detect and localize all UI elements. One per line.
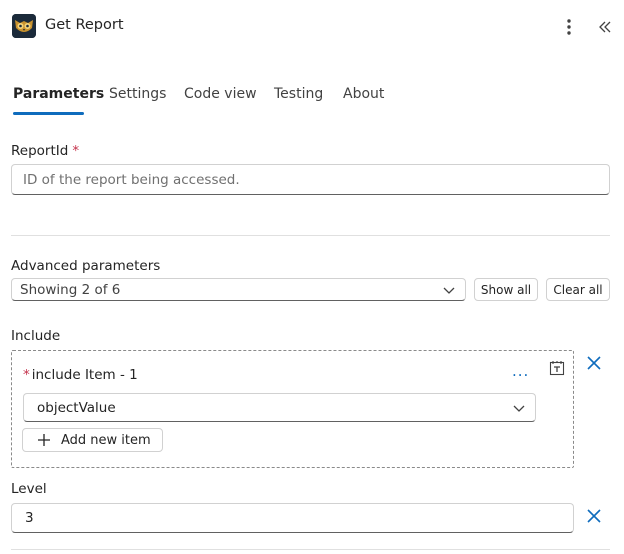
item-more-options-button[interactable]: ... <box>512 362 529 380</box>
app-logo <box>12 14 36 38</box>
required-marker: * <box>72 143 80 159</box>
double-chevron-left-icon <box>599 21 611 33</box>
owl-logo-icon <box>12 14 36 38</box>
chevron-down-icon <box>513 405 525 412</box>
close-icon <box>587 509 601 523</box>
active-tab-indicator <box>13 112 84 115</box>
collapse-panel-button[interactable] <box>594 16 616 38</box>
add-new-item-label: Add new item <box>61 432 151 448</box>
required-marker: * <box>23 367 30 383</box>
section-divider <box>11 549 610 550</box>
clear-all-button[interactable]: Clear all <box>546 278 610 301</box>
advanced-parameters-dropdown[interactable]: Showing 2 of 6 <box>11 278 466 301</box>
level-value: 3 <box>25 510 34 526</box>
include-item-label: * include Item - 1 <box>23 367 138 383</box>
tab-about[interactable]: About <box>343 86 384 102</box>
chevron-down-icon <box>443 287 455 294</box>
tab-testing[interactable]: Testing <box>274 86 323 102</box>
page-title: Get Report <box>45 17 124 33</box>
tab-settings[interactable]: Settings <box>109 86 166 102</box>
level-label: Level <box>11 481 47 497</box>
report-id-label: ReportId * <box>11 143 80 159</box>
tab-parameters[interactable]: Parameters <box>13 86 104 102</box>
section-divider <box>11 235 610 236</box>
close-icon <box>587 356 601 370</box>
more-vertical-icon <box>567 19 571 35</box>
level-input[interactable]: 3 <box>11 503 574 533</box>
more-options-button[interactable] <box>558 16 580 38</box>
include-label: Include <box>11 328 61 344</box>
report-id-input[interactable]: ID of the report being accessed. <box>11 164 610 195</box>
include-item-dropdown[interactable]: objectValue <box>23 393 536 422</box>
remove-level-button[interactable] <box>583 505 605 527</box>
advanced-parameters-selected: Showing 2 of 6 <box>20 281 121 298</box>
advanced-parameters-label: Advanced parameters <box>11 258 161 274</box>
switch-to-text-mode-button[interactable] <box>546 357 568 379</box>
remove-include-button[interactable] <box>583 352 605 374</box>
include-item-value: objectValue <box>37 399 116 416</box>
plus-icon <box>38 434 50 446</box>
show-all-button[interactable]: Show all <box>474 278 538 301</box>
tab-code-view[interactable]: Code view <box>184 86 257 102</box>
report-id-placeholder: ID of the report being accessed. <box>23 171 240 188</box>
add-new-item-button[interactable]: Add new item <box>22 428 163 452</box>
text-mode-icon <box>549 361 565 376</box>
